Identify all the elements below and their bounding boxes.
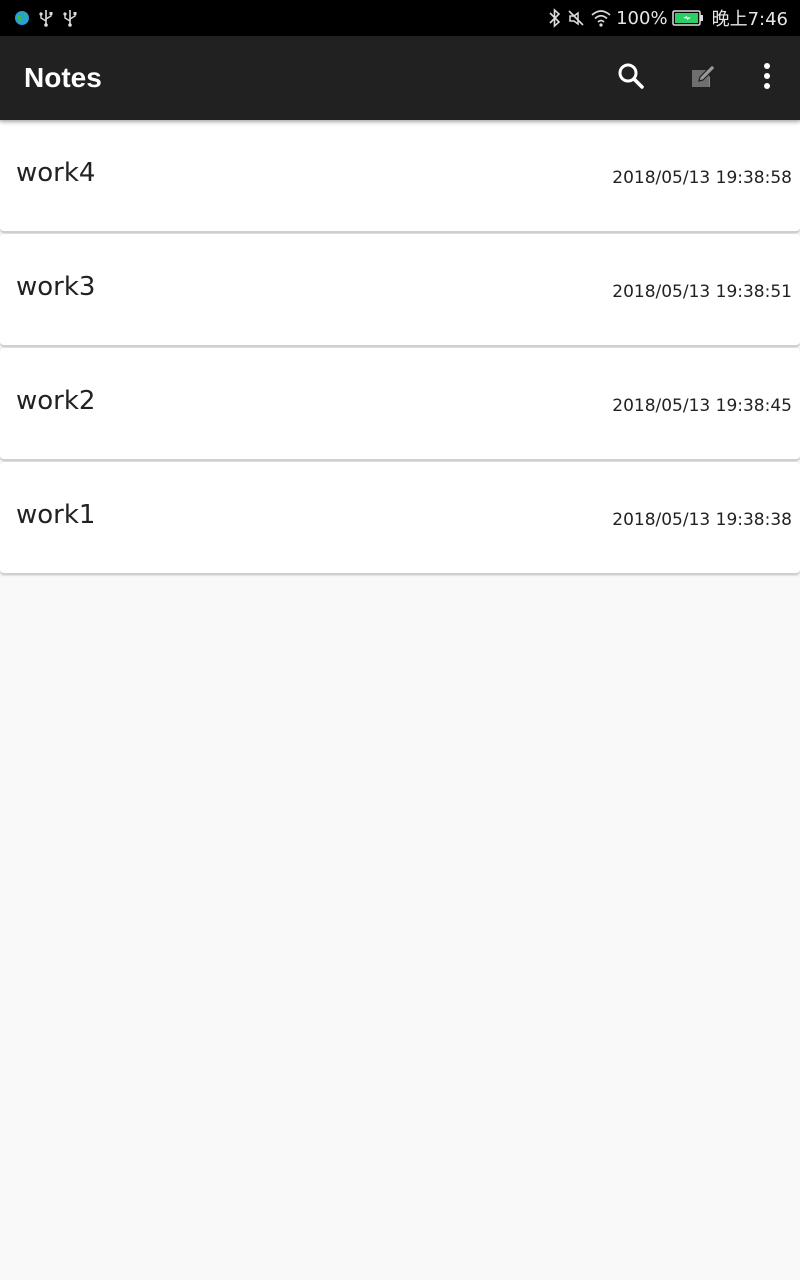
note-timestamp: 2018/05/13 19:38:58	[612, 168, 792, 188]
app-globe-icon	[14, 10, 30, 26]
note-title: work4	[16, 158, 96, 188]
status-left-icons	[14, 0, 78, 36]
overflow-menu-button[interactable]	[739, 50, 795, 106]
note-item[interactable]: work4 2018/05/13 19:38:58	[0, 120, 800, 232]
note-item[interactable]: work3 2018/05/13 19:38:51	[0, 234, 800, 346]
usb-icon	[62, 9, 78, 27]
status-right-icons: 100% 晚上7:46	[548, 0, 788, 36]
status-bar: 100% 晚上7:46	[0, 0, 800, 36]
battery-charging-icon	[671, 10, 704, 26]
note-timestamp: 2018/05/13 19:38:51	[612, 282, 792, 302]
note-title: work2	[16, 386, 96, 416]
compose-icon	[688, 61, 718, 96]
app-title: Notes	[24, 62, 102, 93]
wifi-icon	[590, 8, 612, 28]
note-title: work3	[16, 272, 96, 302]
note-item[interactable]: work2 2018/05/13 19:38:45	[0, 348, 800, 460]
new-note-button[interactable]	[675, 50, 731, 106]
app-bar: Notes	[0, 36, 800, 120]
battery-percent: 100%	[616, 7, 668, 29]
usb-icon	[38, 9, 54, 27]
mute-icon	[566, 8, 586, 28]
note-timestamp: 2018/05/13 19:38:38	[612, 510, 792, 530]
clock: 晚上7:46	[711, 9, 788, 30]
note-title: work1	[16, 500, 96, 530]
note-timestamp: 2018/05/13 19:38:45	[612, 396, 792, 416]
note-item[interactable]: work1 2018/05/13 19:38:38	[0, 462, 800, 574]
bluetooth-icon	[548, 8, 562, 28]
search-icon	[617, 62, 645, 95]
note-list: work4 2018/05/13 19:38:58 work3 2018/05/…	[0, 120, 800, 576]
search-button[interactable]	[603, 50, 659, 106]
more-vert-icon	[762, 62, 772, 95]
